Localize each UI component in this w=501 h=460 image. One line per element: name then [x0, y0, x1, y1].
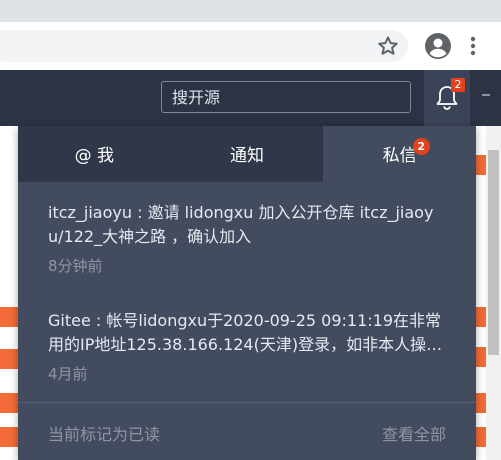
message-text: itcz_jiaoyu : 邀请 lidongxu 加入公开仓库 itcz_ji… [48, 203, 434, 246]
scrollbar-thumb[interactable] [488, 150, 499, 355]
message-item[interactable]: itcz_jiaoyu : 邀请 lidongxu 加入公开仓库 itcz_ji… [48, 201, 448, 276]
private-messages-badge: 2 [412, 138, 430, 155]
browser-toolbar [0, 22, 501, 71]
message-item[interactable]: Gitee : 帐号lidongxu于2020-09-25 09:11:19在非… [48, 309, 448, 384]
search-input[interactable] [161, 81, 411, 113]
tab-notifications-label: 通知 [230, 146, 264, 166]
kebab-menu-icon[interactable] [466, 34, 480, 58]
mark-read-link[interactable]: 当前标记为已读 [48, 421, 160, 445]
tab-mentions[interactable]: @ 我 [18, 126, 171, 182]
tab-notifications[interactable]: 通知 [171, 126, 324, 182]
notification-count-badge: 2 [451, 78, 465, 92]
background-tag [0, 349, 18, 369]
account-circle-icon[interactable] [424, 32, 452, 60]
notification-dropdown: @ 我 通知 私信 2 itcz_jiaoyu : 邀请 lidongxu 加入… [18, 126, 477, 460]
background-tag [0, 307, 18, 327]
star-icon[interactable] [376, 34, 400, 58]
header-edge-mark [482, 94, 490, 96]
tab-mentions-label: @ 我 [74, 146, 115, 166]
message-text: Gitee : 帐号lidongxu于2020-09-25 09:11:19在非… [48, 311, 442, 354]
notification-button[interactable]: 2 [424, 70, 470, 126]
tab-private-messages-label: 私信 [382, 146, 417, 166]
address-bar[interactable] [0, 30, 408, 62]
background-tag [0, 393, 18, 413]
view-all-link[interactable]: 查看全部 [382, 421, 446, 445]
message-time: 4月前 [48, 365, 88, 383]
browser-tab-strip [0, 0, 501, 22]
message-time: 8分钟前 [48, 257, 103, 275]
tab-private-messages[interactable]: 私信 2 [323, 126, 477, 182]
panel-divider [18, 402, 476, 403]
background-tag [0, 427, 18, 447]
site-header: 2 [0, 70, 501, 126]
notification-tabs: @ 我 通知 私信 2 [18, 126, 477, 182]
